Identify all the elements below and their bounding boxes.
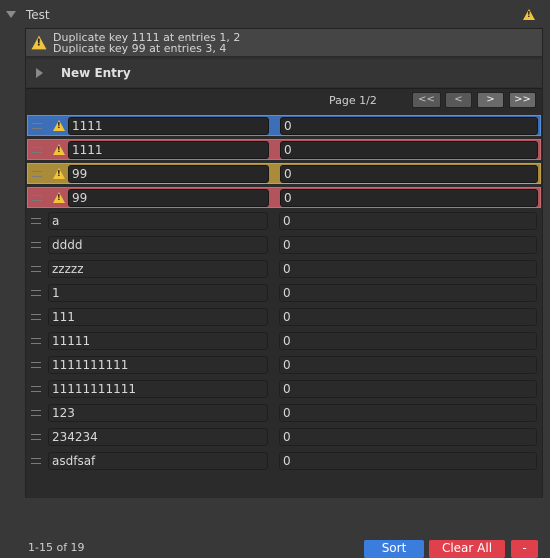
warning-icon: [53, 144, 65, 155]
warning-icon: [53, 120, 65, 131]
drag-handle-icon[interactable]: [32, 171, 42, 177]
drag-handle-icon[interactable]: [31, 434, 41, 440]
dictionary-panel: Duplicate key 1111 at entries 1, 2 Dupli…: [25, 28, 543, 558]
list-item[interactable]: 99 0: [27, 163, 541, 184]
drag-handle-icon[interactable]: [31, 218, 41, 224]
drag-handle-icon[interactable]: [31, 314, 41, 320]
sort-button[interactable]: Sort: [364, 540, 424, 558]
drag-handle-icon[interactable]: [31, 290, 41, 296]
list-item[interactable]: 11111111111 0: [27, 379, 541, 400]
warning-icon: [31, 35, 47, 50]
drag-handle-icon[interactable]: [31, 266, 41, 272]
drag-handle-icon[interactable]: [32, 195, 42, 201]
foldout-expanded-arrow-icon[interactable]: [6, 11, 16, 18]
drag-handle-icon[interactable]: [31, 362, 41, 368]
key-field[interactable]: asdfsaf: [48, 452, 268, 470]
key-field[interactable]: 234234: [48, 428, 268, 446]
drag-handle-icon[interactable]: [31, 386, 41, 392]
list-item[interactable]: zzzzz 0: [27, 259, 541, 280]
value-field[interactable]: 0: [279, 260, 537, 278]
key-field[interactable]: a: [48, 212, 268, 230]
value-field[interactable]: 0: [280, 117, 538, 135]
list-item[interactable]: 234234 0: [27, 427, 541, 448]
next-page-button[interactable]: >: [477, 92, 504, 108]
list-item[interactable]: 1111 0: [27, 115, 541, 136]
first-page-button[interactable]: <<: [412, 92, 441, 108]
list-item[interactable]: 1111111111 0: [27, 355, 541, 376]
key-field[interactable]: 11111: [48, 332, 268, 350]
list-item[interactable]: asdfsaf 0: [27, 451, 541, 472]
drag-handle-icon[interactable]: [31, 410, 41, 416]
list-item[interactable]: 111 0: [27, 307, 541, 328]
list-item[interactable]: 123 0: [27, 403, 541, 424]
foldout-label: Test: [26, 8, 50, 22]
foldout-collapsed-arrow-icon[interactable]: [36, 68, 43, 78]
helpbox-message: Duplicate key 99 at entries 3, 4: [53, 42, 227, 55]
page-indicator: Page 1/2: [329, 94, 377, 107]
value-field[interactable]: 0: [279, 404, 537, 422]
drag-handle-icon[interactable]: [31, 338, 41, 344]
list-item[interactable]: 99 0: [27, 187, 541, 208]
key-field[interactable]: 1111: [68, 117, 269, 135]
key-field[interactable]: 1111: [68, 141, 269, 159]
clear-all-button[interactable]: Clear All: [429, 540, 505, 558]
value-field[interactable]: 0: [279, 452, 537, 470]
warning-icon: [53, 168, 65, 179]
list-item[interactable]: 10: [27, 283, 541, 304]
key-field[interactable]: 111: [48, 308, 268, 326]
foldout-header-test[interactable]: Test: [0, 6, 550, 26]
key-field[interactable]: 123: [48, 404, 268, 422]
key-field[interactable]: zzzzz: [48, 260, 268, 278]
drag-handle-icon[interactable]: [32, 147, 42, 153]
key-field[interactable]: dddd: [48, 236, 268, 254]
value-field[interactable]: 0: [279, 380, 537, 398]
value-field[interactable]: 0: [279, 332, 537, 350]
key-field[interactable]: 99: [68, 189, 269, 207]
value-field[interactable]: 0: [280, 165, 538, 183]
list-item[interactable]: 1111 0: [27, 139, 541, 160]
drag-handle-icon[interactable]: [31, 242, 41, 248]
list-item[interactable]: 11111 0: [27, 331, 541, 352]
value-field[interactable]: 0: [279, 212, 537, 230]
key-field[interactable]: 1111111111: [48, 356, 268, 374]
warning-icon: [53, 192, 65, 203]
list-footer: 1-15 of 19 Sort Clear All -: [26, 539, 542, 558]
key-field[interactable]: 99: [68, 165, 269, 183]
warning-icon: [523, 9, 535, 20]
value-field[interactable]: 0: [279, 356, 537, 374]
key-field[interactable]: 1: [48, 284, 268, 302]
key-field[interactable]: 11111111111: [48, 380, 268, 398]
value-field[interactable]: 0: [279, 428, 537, 446]
pagination-bar: Page 1/2 << < > >>: [26, 89, 542, 111]
new-entry-foldout[interactable]: New Entry: [26, 59, 542, 87]
remove-entry-button[interactable]: -: [511, 540, 538, 558]
value-field[interactable]: 0: [280, 141, 538, 159]
value-field[interactable]: 0: [280, 189, 538, 207]
drag-handle-icon[interactable]: [31, 458, 41, 464]
duplicate-key-helpbox: Duplicate key 1111 at entries 1, 2 Dupli…: [26, 29, 542, 57]
entry-count: 1-15 of 19: [28, 541, 85, 554]
value-field[interactable]: 0: [279, 236, 537, 254]
list-item[interactable]: a0: [27, 211, 541, 232]
value-field[interactable]: 0: [279, 284, 537, 302]
list-item[interactable]: dddd 0: [27, 235, 541, 256]
new-entry-label: New Entry: [61, 66, 131, 80]
last-page-button[interactable]: >>: [509, 92, 536, 108]
prev-page-button[interactable]: <: [445, 92, 472, 108]
entries-list: Page 1/2 << < > >> 1111011110990990a0ddd…: [26, 88, 542, 558]
value-field[interactable]: 0: [279, 308, 537, 326]
drag-handle-icon[interactable]: [32, 123, 42, 129]
